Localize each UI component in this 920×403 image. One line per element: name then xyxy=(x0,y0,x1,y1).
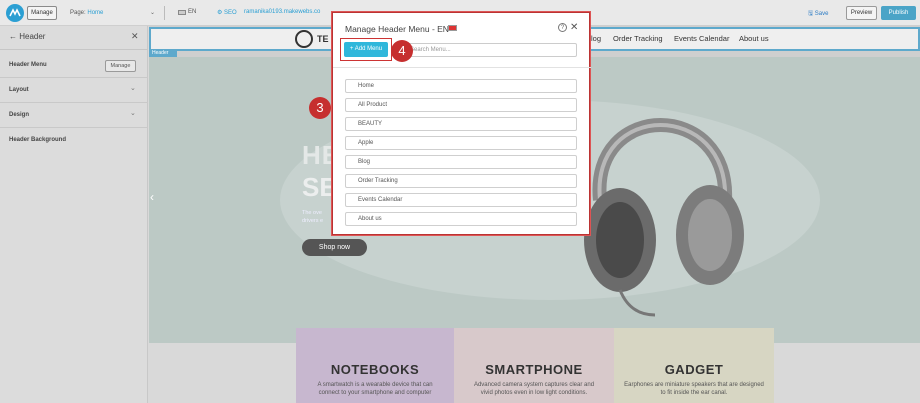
chevron-left-icon[interactable]: ‹ xyxy=(150,190,154,204)
page-name: Home xyxy=(87,10,104,16)
panel-row-header-background[interactable]: Header Background xyxy=(0,128,148,153)
flag-icon xyxy=(448,25,457,31)
row-label: Header Menu xyxy=(9,62,47,68)
menu-item-all-product[interactable]: All Product xyxy=(345,98,577,112)
category-card-gadget[interactable]: GADGET Earphones are miniature speakers … xyxy=(614,328,774,403)
card-title: NOTEBOOKS xyxy=(330,362,420,377)
card-text-line-1: A smartwatch is a wearable device that c… xyxy=(317,382,433,388)
divider xyxy=(333,67,591,68)
chevron-down-icon[interactable]: ⌄ xyxy=(150,9,155,16)
row-label: Header Background xyxy=(9,137,67,143)
menu-item-events-calendar[interactable]: Events Calendar xyxy=(345,193,577,207)
menu-item-beauty[interactable]: BEAUTY xyxy=(345,117,577,131)
save-label: Save xyxy=(814,11,829,17)
flag-icon xyxy=(178,10,186,15)
headphones-image xyxy=(584,118,744,317)
app-logo-icon xyxy=(6,4,24,22)
left-panel: ← Header ✕ Header Menu Manage Layout ⌄ D… xyxy=(0,26,148,403)
panel-header: ← Header ✕ xyxy=(0,26,148,50)
search-menu-input[interactable]: Search Menu... xyxy=(397,43,577,57)
seo-label: SEO xyxy=(224,10,237,16)
card-text-line-1: Earphones are miniature speakers that ar… xyxy=(624,382,764,388)
hero-subtitle-line-1: The ove xyxy=(302,210,322,216)
card-text: Earphones are miniature speakers that ar… xyxy=(614,381,774,397)
card-title: SMARTPHONE xyxy=(485,362,583,377)
language-selector[interactable]: EN xyxy=(188,9,196,15)
card-text: A smartwatch is a wearable device that c… xyxy=(296,381,454,397)
back-to-header-link[interactable]: ← Header xyxy=(9,32,45,41)
nav-item-blog[interactable]: log xyxy=(591,34,601,43)
card-text-line-1: Advanced camera system captures clear an… xyxy=(473,382,595,388)
menu-item-about-us[interactable]: About us xyxy=(345,212,577,226)
nav-item-events-calendar[interactable]: Events Calendar xyxy=(674,34,729,43)
page-selector[interactable]: Page: Home xyxy=(70,10,103,16)
menu-item-blog[interactable]: Blog xyxy=(345,155,577,169)
header-section-tag: Header xyxy=(149,50,177,57)
panel-row-design[interactable]: Design ⌄ xyxy=(0,103,148,128)
manage-header-menu-dialog: Manage Header Menu - EN ? ✕ + Add Menu S… xyxy=(332,12,591,235)
preview-button[interactable]: Preview xyxy=(846,6,877,20)
row-label: Layout xyxy=(9,87,29,93)
manage-button[interactable]: Manage xyxy=(27,6,57,20)
dialog-title: Manage Header Menu - EN xyxy=(345,24,449,34)
menu-item-order-tracking[interactable]: Order Tracking xyxy=(345,174,577,188)
step-3-badge: 3 xyxy=(309,97,331,119)
site-logo-text: TE xyxy=(317,34,329,44)
hero-subtitle: The ove drivers e xyxy=(302,209,323,225)
menu-item-apple[interactable]: Apple xyxy=(345,136,577,150)
site-logo-icon xyxy=(295,30,313,48)
card-text-line-2: vivid photos even in low light condition… xyxy=(480,390,588,396)
card-text-line-2: connect to your smartphone and computer xyxy=(318,390,432,396)
panel-row-header-menu: Header Menu Manage xyxy=(0,53,148,78)
site-url-link[interactable]: ramanika0193.makewebs.co xyxy=(244,9,320,15)
seo-button[interactable]: ⚙ SEO xyxy=(217,9,237,16)
shop-now-button[interactable]: Shop now xyxy=(302,239,367,256)
annotation-highlight-box xyxy=(340,38,392,61)
card-text-line-2: to fit inside the ear canal. xyxy=(660,390,728,396)
card-title: GADGET xyxy=(664,362,724,377)
chevron-down-icon: ⌄ xyxy=(130,110,136,117)
category-card-smartphone[interactable]: SMARTPHONE Advanced camera system captur… xyxy=(454,328,614,403)
close-icon[interactable]: ✕ xyxy=(131,31,139,42)
category-card-notebooks[interactable]: NOTEBOOKS A smartwatch is a wearable dev… xyxy=(296,328,454,403)
card-text: Advanced camera system captures clear an… xyxy=(454,381,614,397)
hero-subtitle-line-2: drivers e xyxy=(302,218,324,224)
row-label: Design xyxy=(9,112,30,118)
step-4-badge: 4 xyxy=(391,40,413,62)
nav-item-order-tracking[interactable]: Order Tracking xyxy=(613,34,663,43)
panel-row-layout[interactable]: Layout ⌄ xyxy=(0,78,148,103)
publish-button[interactable]: Publish xyxy=(881,6,916,20)
nav-item-about-us[interactable]: About us xyxy=(739,34,769,43)
chevron-down-icon: ⌄ xyxy=(130,85,136,92)
page-prefix: Page: xyxy=(70,10,86,16)
menu-item-home[interactable]: Home xyxy=(345,79,577,93)
divider xyxy=(164,6,165,20)
close-icon[interactable]: ✕ xyxy=(570,22,578,33)
help-icon[interactable]: ? xyxy=(558,23,567,32)
header-menu-manage-button[interactable]: Manage xyxy=(105,60,136,72)
save-button[interactable]: 🖫 Save xyxy=(808,9,828,19)
